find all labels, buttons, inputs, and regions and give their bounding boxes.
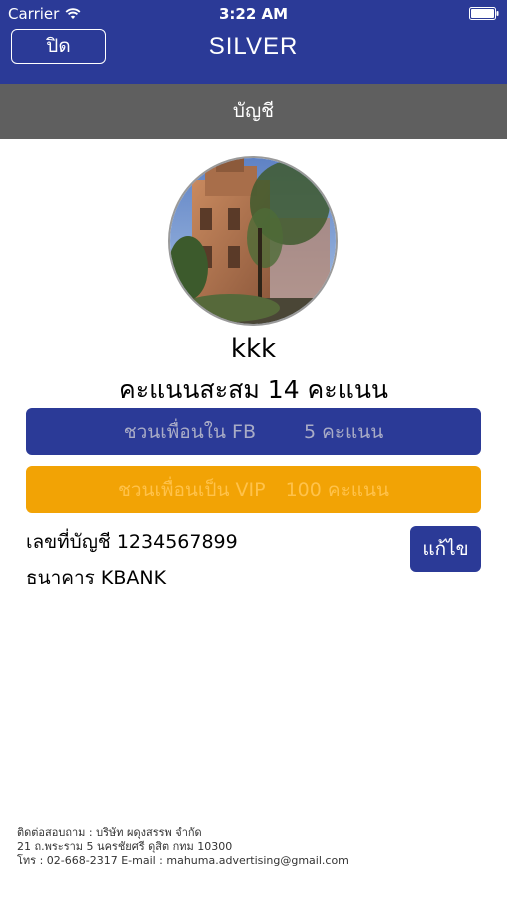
footer-contact: ติดต่อสอบถาม : บริษัท ผดุงสรรพ จำกัด 21 …	[17, 826, 349, 868]
bank-name: ธนาคาร KBANK	[26, 567, 167, 589]
footer-line-address: 21 ถ.พระราม 5 นครชัยศรี ดุสิต กทม 10300	[17, 840, 233, 853]
status-bar: Carrier 3:22 AM	[0, 0, 507, 28]
username: kkk	[230, 334, 277, 364]
edit-button[interactable]: แก้ไข	[410, 526, 481, 572]
footer-line-phone-email: โทร : 02-668-2317 E-mail : mahuma.advert…	[17, 854, 349, 867]
avatar[interactable]	[168, 156, 338, 326]
header-bar: Carrier 3:22 AM ปิด SILVER	[0, 0, 507, 84]
status-time: 3:22 AM	[218, 5, 289, 23]
invite-vip-button[interactable]: ชวนเพื่อนเป็น VIP 100 คะแนน	[26, 466, 481, 513]
footer-line-contact: ติดต่อสอบถาม : บริษัท ผดุงสรรพ จำกัด	[17, 826, 202, 839]
points-total: คะแนนสะสม 14 คะแนน	[118, 375, 389, 404]
battery-icon	[469, 7, 499, 20]
section-title: บัญชี	[0, 84, 507, 139]
invite-fb-label: ชวนเพื่อนใน FB	[123, 420, 256, 443]
invite-vip-points: 100 คะแนน	[285, 478, 390, 501]
account-number: เลขที่บัญชี 1234567899	[26, 531, 238, 553]
invite-fb-points: 5 คะแนน	[303, 420, 384, 443]
account-screen: Carrier 3:22 AM ปิด SILVER บัญชี kkk คะแ…	[0, 0, 507, 900]
invite-fb-button[interactable]: ชวนเพื่อนใน FB 5 คะแนน	[26, 408, 481, 455]
invite-vip-label: ชวนเพื่อนเป็น VIP	[117, 478, 266, 501]
page-title: SILVER	[208, 33, 299, 60]
